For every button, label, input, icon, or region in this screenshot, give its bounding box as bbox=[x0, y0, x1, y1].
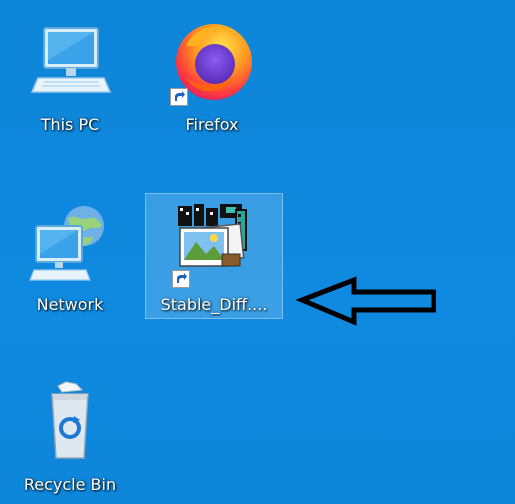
desktop-icon-label: This PC bbox=[40, 115, 100, 134]
desktop-icon-recycle-bin[interactable]: Recycle Bin bbox=[6, 376, 134, 494]
desktop-icon-this-pc[interactable]: This PC bbox=[6, 16, 134, 134]
computer-icon bbox=[22, 16, 118, 112]
shortcut-arrow-icon bbox=[170, 88, 188, 106]
desktop-icon-label: Network bbox=[36, 295, 104, 314]
desktop-icon-label: Recycle Bin bbox=[23, 475, 117, 494]
firefox-icon bbox=[164, 16, 260, 112]
desktop-icon-stable-diffusion[interactable]: Stable_Diff.... bbox=[145, 193, 283, 319]
stable-diffusion-icon bbox=[166, 198, 262, 294]
network-icon bbox=[22, 196, 118, 292]
desktop-icon-firefox[interactable]: Firefox bbox=[148, 16, 276, 134]
recycle-bin-icon bbox=[22, 376, 118, 472]
shortcut-arrow-icon bbox=[172, 270, 190, 288]
desktop-icon-network[interactable]: Network bbox=[6, 196, 134, 314]
desktop-icon-label: Stable_Diff.... bbox=[160, 295, 268, 314]
left-arrow-icon bbox=[295, 276, 437, 330]
desktop-icon-label: Firefox bbox=[185, 115, 239, 134]
